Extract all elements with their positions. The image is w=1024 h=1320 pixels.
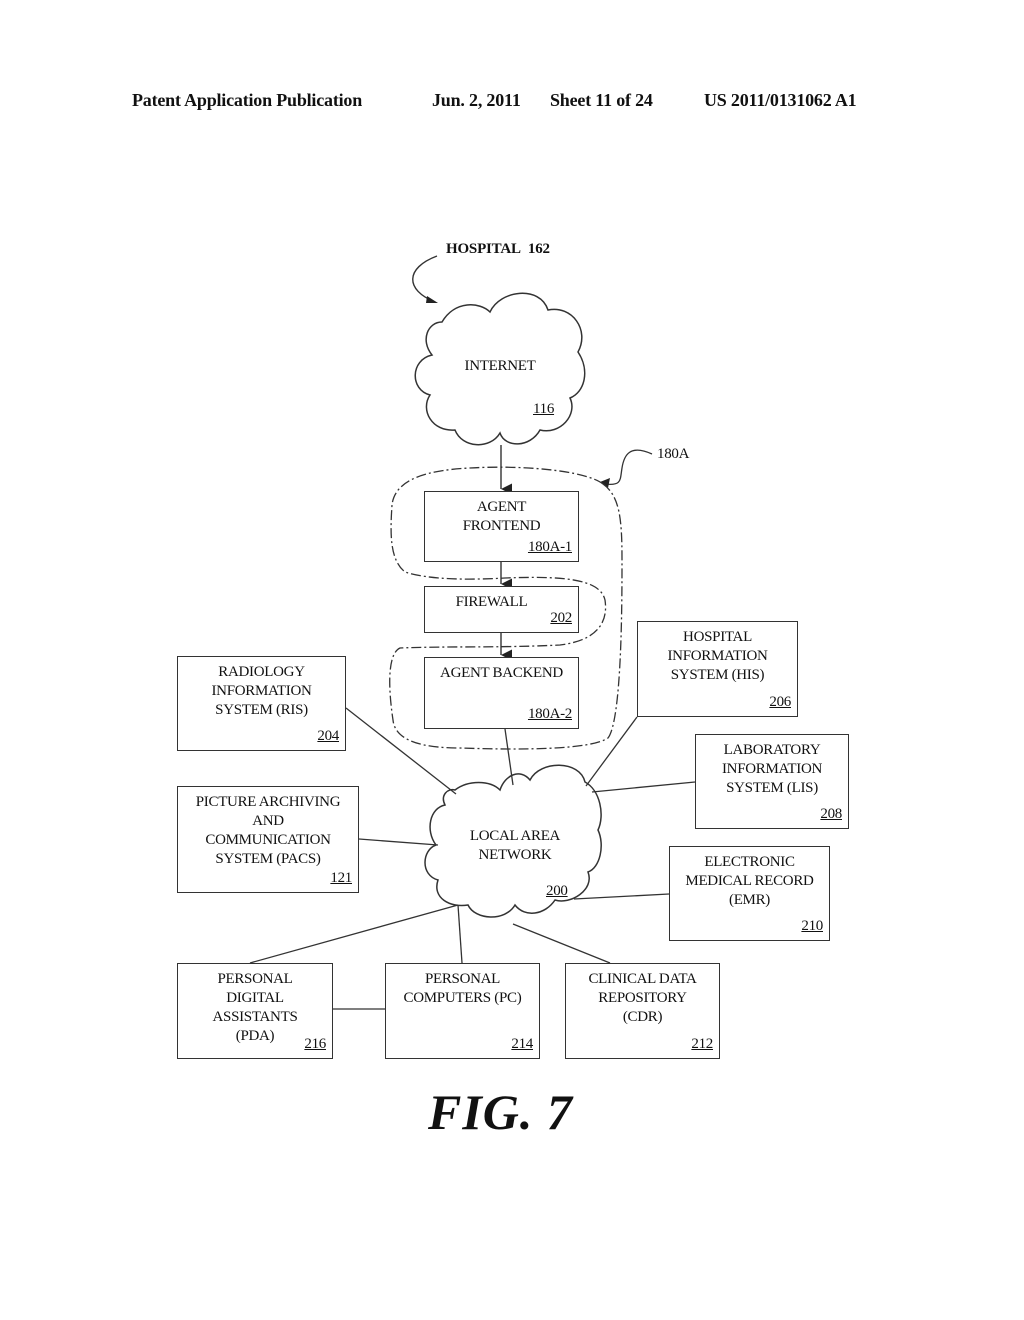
internet-ref: 116 — [533, 401, 555, 417]
emr-ref: 210 — [801, 918, 823, 934]
emr-box: ELECTRONIC MEDICAL RECORD (EMR) 210 — [669, 846, 830, 941]
lis-to-lan-line — [591, 781, 696, 793]
pc-box: PERSONAL COMPUTERS (PC) 214 — [385, 963, 540, 1059]
pc-label: PERSONAL COMPUTERS (PC) — [403, 971, 522, 1006]
pacs-label: PICTURE ARCHIVING AND COMMUNICATION SYST… — [195, 794, 341, 867]
lan-label: LOCAL AREA NETWORK — [469, 828, 561, 863]
cdr-label: CLINICAL DATA REPOSITORY (CDR) — [588, 971, 697, 1025]
his-box: HOSPITAL INFORMATION SYSTEM (HIS) 206 — [637, 621, 798, 717]
pc-to-lan-line — [457, 904, 463, 964]
pacs-ref: 121 — [330, 870, 352, 886]
hospital-label-text: HOSPITAL — [446, 241, 521, 257]
his-to-lan-line — [585, 716, 638, 787]
emr-label: ELECTRONIC MEDICAL RECORD (EMR) — [685, 854, 814, 908]
cdr-ref: 212 — [691, 1036, 713, 1052]
hospital-ref: 162 — [527, 241, 550, 257]
group-180a-leader — [604, 449, 653, 486]
hospital-label: HOSPITAL 162 — [446, 241, 550, 258]
firewall-ref: 202 — [550, 610, 572, 626]
pda-to-lan-line — [249, 904, 459, 964]
lan-ref: 200 — [546, 883, 568, 899]
cdr-box: CLINICAL DATA REPOSITORY (CDR) 212 — [565, 963, 720, 1059]
firewall-box: FIREWALL 202 — [424, 586, 579, 633]
pacs-box: PICTURE ARCHIVING AND COMMUNICATION SYST… — [177, 786, 359, 893]
ris-ref: 204 — [317, 728, 339, 744]
ris-label: RADIOLOGY INFORMATION SYSTEM (RIS) — [211, 664, 312, 718]
pda-ref: 216 — [304, 1036, 326, 1052]
ris-box: RADIOLOGY INFORMATION SYSTEM (RIS) 204 — [177, 656, 346, 751]
lis-label: LABORATORY INFORMATION SYSTEM (LIS) — [721, 742, 823, 796]
internet-label: INTERNET — [464, 358, 536, 374]
agent-frontend-ref: 180A-1 — [527, 539, 572, 555]
agent-group-ref: 180A — [657, 446, 690, 462]
hospital-arrowhead — [426, 296, 438, 303]
pc-ref: 214 — [511, 1036, 533, 1052]
pda-box: PERSONAL DIGITAL ASSISTANTS (PDA) 216 — [177, 963, 333, 1059]
his-ref: 206 — [769, 694, 791, 710]
lis-ref: 208 — [820, 806, 842, 822]
lis-box: LABORATORY INFORMATION SYSTEM (LIS) 208 — [695, 734, 849, 829]
cdr-to-lan-line — [512, 923, 611, 964]
agent-frontend-box: AGENT FRONTEND 180A-1 — [424, 491, 579, 562]
agent-backend-ref: 180A-2 — [527, 706, 572, 722]
agent-backend-box: AGENT BACKEND 180A-2 — [424, 657, 579, 729]
hospital-pointer-arrow — [412, 255, 438, 303]
emr-to-lan-line — [573, 893, 670, 900]
agent-backend-label: AGENT BACKEND — [440, 665, 563, 681]
pacs-to-lan-line — [358, 838, 439, 846]
figure-label: FIG. 7 — [428, 1084, 573, 1140]
agent-frontend-label: AGENT FRONTEND — [462, 499, 541, 534]
his-label: HOSPITAL INFORMATION SYSTEM (HIS) — [667, 629, 768, 683]
